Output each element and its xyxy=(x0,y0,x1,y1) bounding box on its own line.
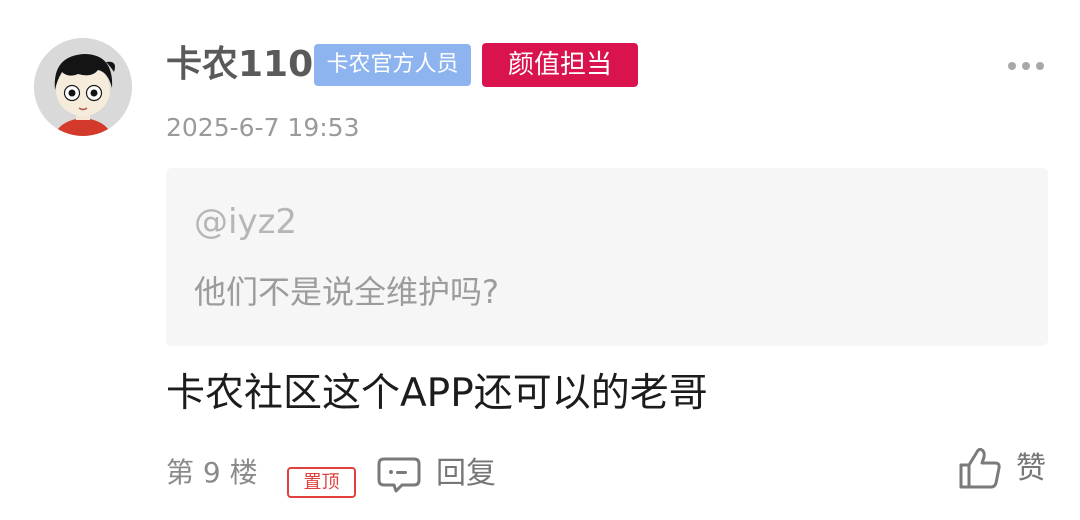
avatar[interactable] xyxy=(34,38,132,136)
comment-timestamp: 2025-6-7 19:53 xyxy=(166,113,360,142)
more-dots-icon[interactable] xyxy=(1006,58,1046,72)
quoted-text: 他们不是说全维护吗? xyxy=(194,273,499,311)
thumbs-up-icon xyxy=(958,446,1002,490)
author-name[interactable]: 卡农110 xyxy=(166,42,313,88)
reply-bubble-icon xyxy=(376,456,422,494)
quoted-reply[interactable]: @iyz2 他们不是说全维护吗? xyxy=(166,168,1048,346)
pinned-badge: 置顶 xyxy=(287,467,356,498)
like-button[interactable]: 赞 xyxy=(958,446,1050,494)
honor-title-badge: 颜值担当 xyxy=(482,43,638,87)
floor-number: 第 9 楼 xyxy=(166,456,258,489)
like-label: 赞 xyxy=(1016,451,1046,486)
quoted-user[interactable]: @iyz2 xyxy=(194,202,297,242)
reply-label: 回复 xyxy=(436,456,496,491)
cartoon-boy-avatar-icon xyxy=(34,38,132,136)
comment-body: 卡农社区这个APP还可以的老哥 xyxy=(166,371,708,416)
official-staff-badge: 卡农官方人员 xyxy=(314,44,471,86)
